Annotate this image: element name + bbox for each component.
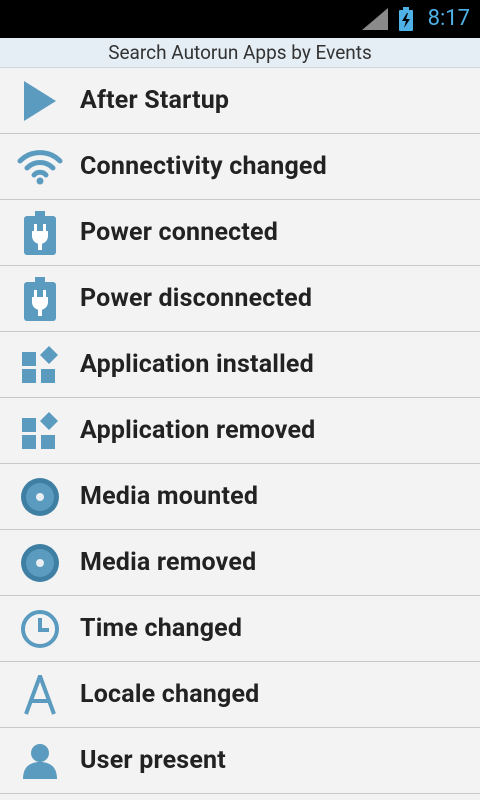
list-item-power-connected[interactable]: Power connected — [0, 200, 480, 266]
status-time: 8:17 — [427, 6, 470, 31]
locale-a-icon — [0, 662, 80, 727]
list-item-label: Time changed — [80, 614, 243, 643]
disc-icon — [0, 464, 80, 529]
page-title: Search Autorun Apps by Events — [0, 38, 480, 68]
list-item-connectivity-changed[interactable]: Connectivity changed — [0, 134, 480, 200]
list-item-label: Media removed — [80, 548, 257, 577]
signal-icon — [362, 8, 388, 30]
play-icon — [0, 68, 80, 133]
user-icon — [0, 728, 80, 793]
apps-grid-icon — [0, 332, 80, 397]
clock-icon — [0, 596, 80, 661]
status-bar: 8:17 — [0, 0, 480, 38]
list-item-media-mounted[interactable]: Media mounted — [0, 464, 480, 530]
list-item-after-startup[interactable]: After Startup — [0, 68, 480, 134]
list-item-application-installed[interactable]: Application installed — [0, 332, 480, 398]
apps-grid-icon — [0, 398, 80, 463]
battery-plug-icon — [0, 200, 80, 265]
list-item-label: Connectivity changed — [80, 152, 327, 181]
battery-charging-icon — [399, 7, 413, 31]
wifi-icon — [0, 134, 80, 199]
list-item-label: User present — [80, 746, 226, 775]
battery-plug-icon — [0, 266, 80, 331]
list-item-application-removed[interactable]: Application removed — [0, 398, 480, 464]
list-item-label: Power disconnected — [80, 284, 313, 313]
list-item-media-removed[interactable]: Media removed — [0, 530, 480, 596]
event-list: After Startup Connectivity changed Power — [0, 68, 480, 794]
list-item-label: Media mounted — [80, 482, 259, 511]
list-item-power-disconnected[interactable]: Power disconnected — [0, 266, 480, 332]
disc-icon — [0, 530, 80, 595]
list-item-label: Locale changed — [80, 680, 260, 709]
list-item-label: Application removed — [80, 416, 316, 445]
list-item-user-present[interactable]: User present — [0, 728, 480, 794]
list-item-locale-changed[interactable]: Locale changed — [0, 662, 480, 728]
list-item-label: Application installed — [80, 350, 314, 379]
list-item-label: Power connected — [80, 218, 279, 247]
list-item-time-changed[interactable]: Time changed — [0, 596, 480, 662]
list-item-label: After Startup — [80, 86, 230, 115]
